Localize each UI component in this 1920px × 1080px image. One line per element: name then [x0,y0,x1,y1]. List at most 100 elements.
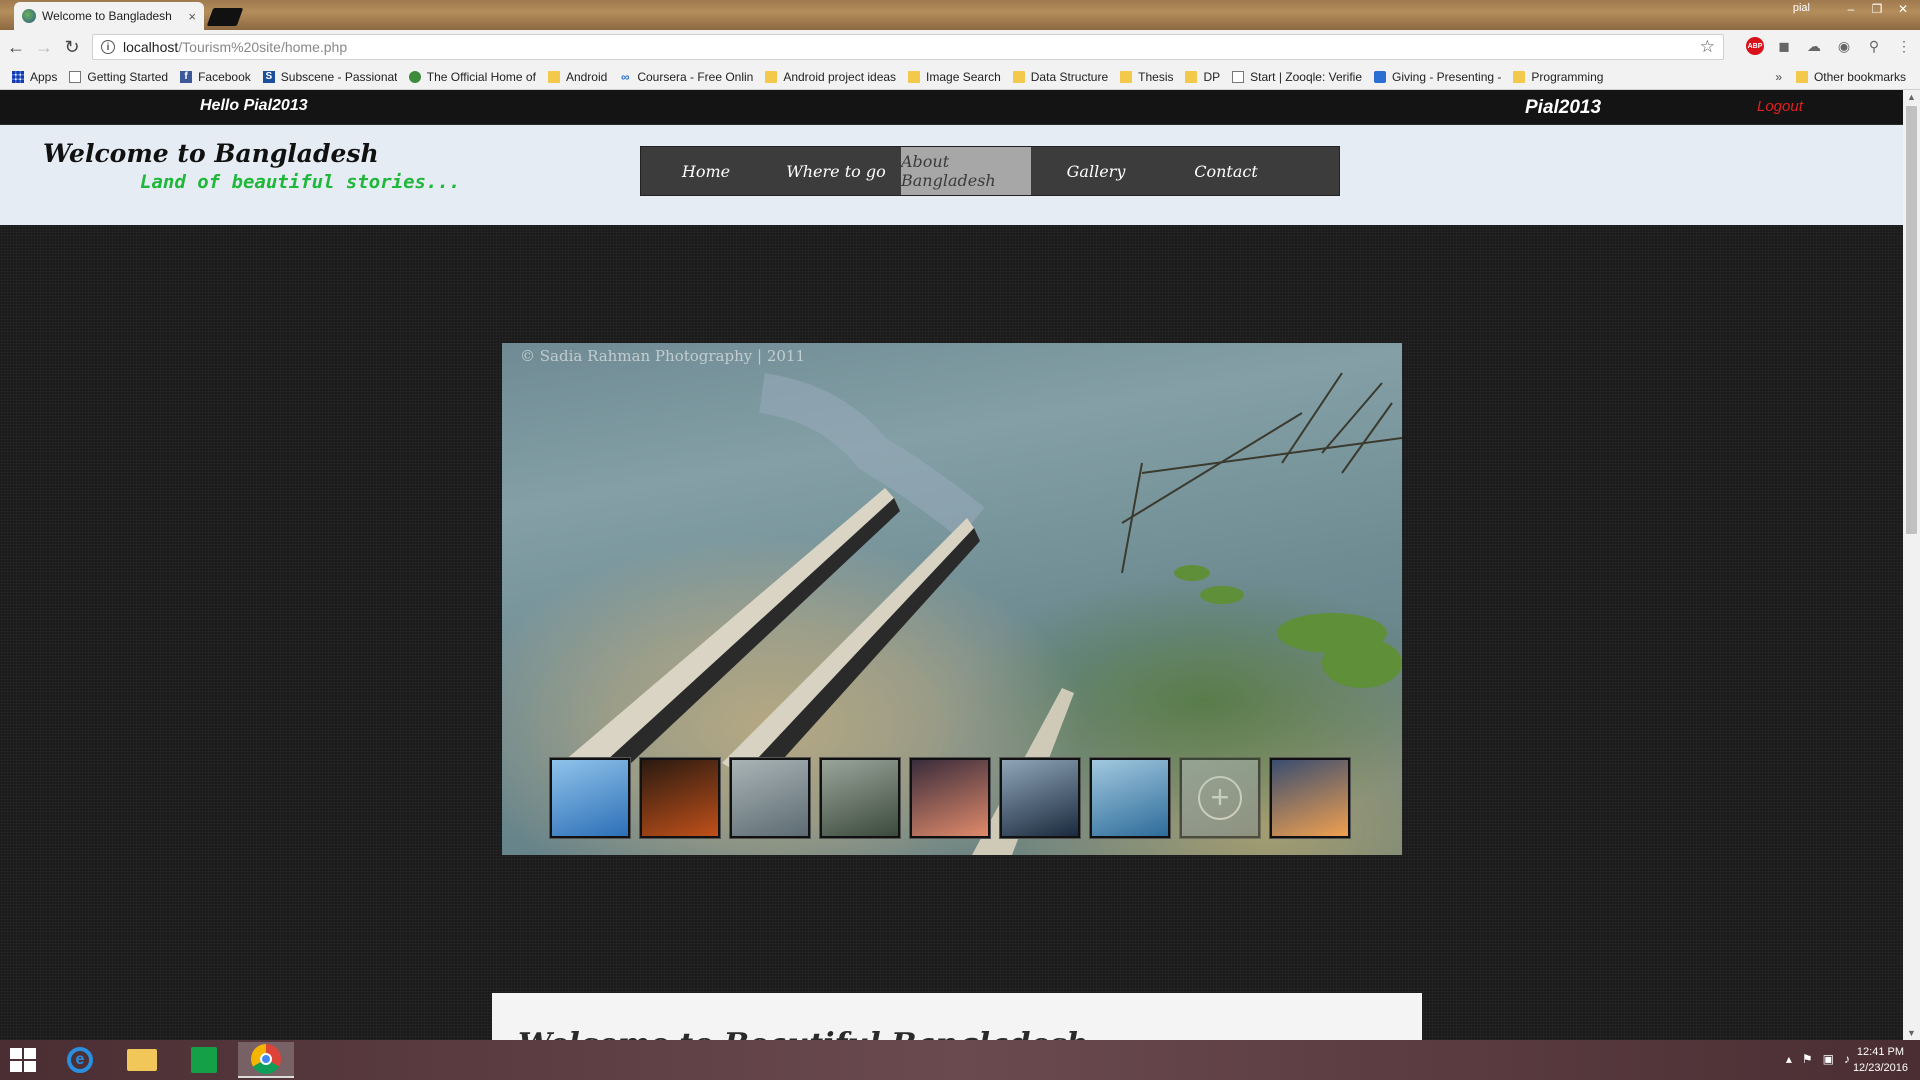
bookmark-item[interactable]: DP [1185,70,1220,84]
menu-icon[interactable]: ⋮ [1894,36,1914,56]
store-icon [191,1047,217,1073]
nav-contact[interactable]: Contact [1161,147,1291,195]
slider-thumbnail[interactable] [820,758,900,838]
slider-thumbnail[interactable] [550,758,630,838]
bookmark-item[interactable]: Thesis [1120,70,1173,84]
flag-icon[interactable]: ⚑ [1802,1052,1813,1066]
taskbar-chrome[interactable] [238,1042,294,1078]
scroll-thumb[interactable] [1906,106,1917,534]
folder-icon [765,70,778,83]
nav-home[interactable]: Home [641,147,771,195]
logout-link[interactable]: Logout [1757,98,1803,115]
slider-thumbnail[interactable] [640,758,720,838]
bookmarks-overflow-icon[interactable]: » [1775,70,1782,84]
windows-start-icon[interactable] [10,1048,36,1072]
slider-thumbnail[interactable]: + [1180,758,1260,838]
bookmark-item[interactable]: The Official Home of [408,70,536,84]
cloud-icon[interactable]: ☁ [1804,36,1824,56]
bookmark-item[interactable]: Giving - Presenting - [1374,70,1501,84]
info-icon[interactable]: i [101,40,115,54]
forward-icon[interactable]: → [32,35,56,59]
nav-about-bangladesh[interactable]: About Bangladesh [901,147,1031,195]
browser-titlebar: Welcome to Bangladesh × pial – ❐ ✕ [0,0,1920,30]
address-bar[interactable]: i localhost/Tourism%20site/home.php ☆ [92,34,1724,60]
site-title: Welcome to Bangladesh [43,139,379,168]
extension-icon[interactable]: ◉ [1834,36,1854,56]
bookmark-label: Thesis [1138,69,1174,84]
taskbar-store[interactable] [176,1042,232,1078]
site-header: Welcome to Bangladesh Land of beautiful … [0,125,1903,225]
bookmark-label: Subscene - Passionat [280,69,397,84]
bookmarks-bar: Apps Getting Started f Facebook S Subscene - … [0,64,1920,90]
other-bookmarks[interactable]: Other bookmarks [1795,70,1906,84]
scroll-down-icon[interactable]: ▼ [1907,1028,1916,1038]
plus-icon: + [1198,776,1242,820]
bookmark-item[interactable]: ∞ Coursera - Free Onlin [619,70,753,84]
folder-icon [1012,70,1025,83]
bookmark-item[interactable]: Getting Started [69,70,168,84]
window-user-label: pial [1792,2,1810,14]
tab-title: Welcome to Bangladesh [42,9,172,23]
slider-thumbnail[interactable] [910,758,990,838]
page-icon [1232,70,1245,83]
nav-gallery[interactable]: Gallery [1031,147,1161,195]
main-nav: Home Where to go About Bangladesh Gallery Co… [640,146,1340,196]
apps-icon [12,70,24,83]
system-tray: ▴ ⚑ ▣ ♪ [1786,1052,1850,1066]
folder-icon [547,70,560,83]
bookmark-item[interactable]: Image Search [908,70,1001,84]
bookmark-item[interactable]: f Facebook [180,70,251,84]
incognito-icon[interactable]: ◼ [1774,36,1794,56]
bookmark-item[interactable]: Apps [12,70,57,84]
nav-where-to-go[interactable]: Where to go [771,147,901,195]
taskbar-explorer[interactable] [114,1042,170,1078]
bookmark-item[interactable]: Data Structure [1012,69,1109,84]
clock[interactable]: 12:41 PM 12/23/2016 [1853,1044,1908,1076]
bookmark-star-icon[interactable]: ☆ [1700,37,1715,57]
bookmark-label: Giving - Presenting - [1392,69,1502,84]
slider-thumbnail[interactable] [730,758,810,838]
internet-explorer-icon: e [67,1047,93,1073]
slider-thumbnail[interactable] [1090,758,1170,838]
volume-icon[interactable]: ♪ [1844,1052,1850,1066]
image-slider: © Sadia Rahman Photography | 2011 + [502,343,1402,855]
page-scrollbar[interactable]: ▲ ▼ [1903,90,1920,1040]
taskbar-ie[interactable]: e [52,1042,108,1078]
tray-arrow-icon[interactable]: ▴ [1786,1052,1792,1066]
subscene-icon: S [262,70,275,83]
bookmark-item[interactable]: Android [547,70,607,84]
minimize-icon[interactable]: – [1838,0,1864,18]
bookmark-label: Coursera - Free Onlin [637,69,754,84]
folder-icon [1513,70,1526,83]
restore-icon[interactable]: ❐ [1864,0,1890,18]
chrome-icon [251,1044,281,1074]
bookmark-label: Image Search [926,69,1001,84]
new-tab-button[interactable] [206,8,244,26]
bookmark-item[interactable]: Android project ideas [765,70,896,84]
other-bookmarks-label: Other bookmarks [1813,70,1906,84]
reload-icon[interactable]: ↻ [60,35,84,59]
close-window-icon[interactable]: ✕ [1890,0,1916,18]
scroll-up-icon[interactable]: ▲ [1907,92,1916,102]
bookmark-label: Android project ideas [783,69,897,84]
bookmark-label: Programming [1531,69,1604,84]
file-explorer-icon [127,1049,157,1071]
photo-watermark: © Sadia Rahman Photography | 2011 [520,347,805,365]
network-icon[interactable]: ▣ [1823,1052,1834,1066]
bookmark-item[interactable]: Start | Zooqle: Verifie [1232,70,1362,84]
bookmark-item[interactable]: S Subscene - Passionat [262,69,397,84]
adblock-icon[interactable]: ABP [1746,37,1764,55]
folder-icon [1185,70,1198,83]
slider-thumbnail[interactable] [1270,758,1350,838]
back-icon[interactable]: ← [4,35,28,59]
slider-thumbnail[interactable] [1000,758,1080,838]
close-tab-icon[interactable]: × [188,9,196,24]
greeting: Hello Pial2013 [200,97,308,114]
search-icon[interactable]: ⚲ [1864,36,1884,56]
page-icon [69,70,82,83]
browser-tab[interactable]: Welcome to Bangladesh × [14,2,204,30]
bookmark-item[interactable]: Programming [1513,70,1603,84]
clock-date: 12/23/2016 [1852,1062,1908,1074]
thumbnail-strip: + [550,758,1350,838]
bookmark-label: Data Structure [1030,69,1109,84]
